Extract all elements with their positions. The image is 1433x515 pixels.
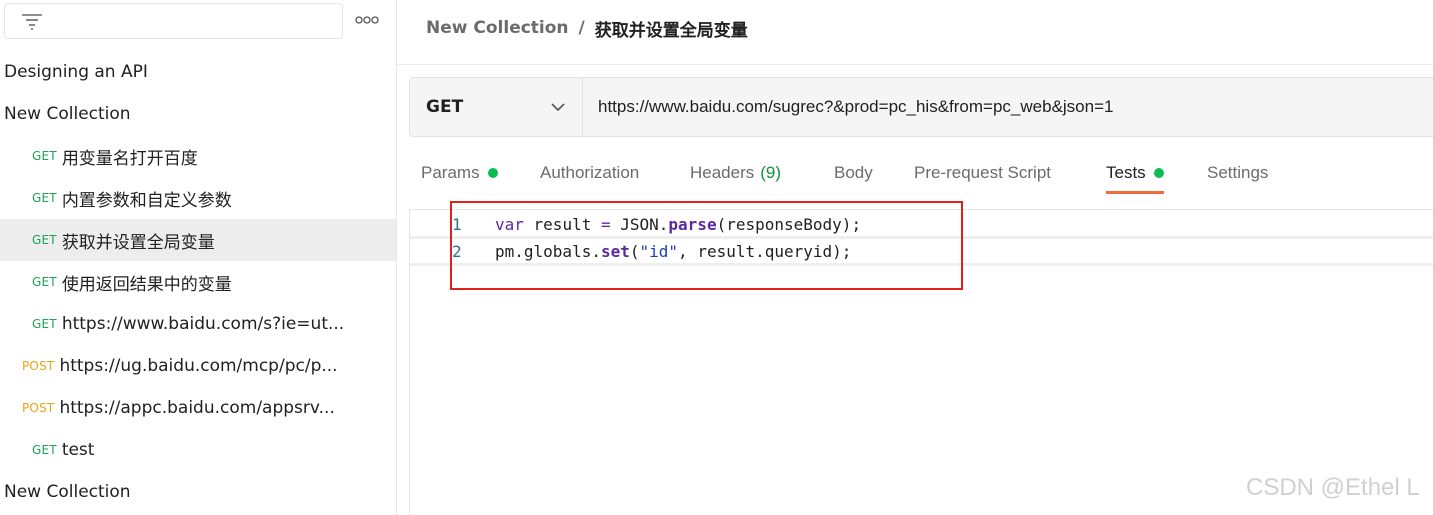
method-badge: GET (32, 233, 57, 247)
tab-label: Authorization (540, 163, 640, 182)
filter-input[interactable] (4, 3, 343, 39)
tab-label: Body (834, 163, 873, 182)
method-select-label: GET (426, 97, 464, 117)
tab-label: Params (421, 163, 480, 182)
method-badge: GET (32, 275, 57, 289)
request-name: test (61, 440, 95, 460)
code-editor[interactable]: 1 var result = JSON.parse(responseBody);… (409, 209, 1433, 515)
request-name: https://www.baidu.com/s?ie=ut... (61, 314, 345, 334)
breadcrumb: New Collection / 获取并设置全局变量 (426, 14, 748, 42)
request-item-selected[interactable]: GET 获取并设置全局变量 (0, 219, 396, 261)
tab-authorization[interactable]: Authorization (540, 150, 639, 196)
collection-item[interactable]: New Collection (0, 471, 396, 513)
sidebar-toolbar (0, 0, 397, 44)
tab-pre-request-script[interactable]: Pre-request Script (914, 150, 1051, 196)
code-line[interactable]: 1 var result = JSON.parse(responseBody); (410, 211, 1433, 238)
divider (397, 64, 1433, 65)
tab-headers[interactable]: Headers (9) (690, 150, 781, 196)
breadcrumb-request[interactable]: 获取并设置全局变量 (595, 16, 748, 41)
tab-label: Settings (1207, 163, 1269, 182)
status-dot-icon (1153, 168, 1164, 178)
request-tabs: Params Authorization Headers (9) Body Pre… (397, 150, 1433, 198)
request-name: https://appc.baidu.com/appsrv... (59, 398, 335, 418)
request-name: 获取并设置全局变量 (61, 232, 215, 253)
tab-body[interactable]: Body (834, 150, 873, 196)
method-badge: POST (22, 401, 55, 415)
tab-tests[interactable]: Tests (1106, 150, 1164, 196)
collection-item[interactable]: Designing an API (0, 51, 396, 93)
collection-item[interactable]: New Collection (0, 93, 396, 135)
collection-name: New Collection (4, 104, 131, 124)
breadcrumb-separator: / (578, 18, 585, 38)
code-line-current[interactable]: 2 pm.globals.set("id", result.queryid); (410, 236, 1433, 266)
line-number: 2 (452, 241, 462, 261)
method-badge: GET (32, 317, 57, 331)
watermark: CSDN @Ethel L (1246, 474, 1420, 501)
method-badge: GET (32, 149, 57, 163)
request-name: https://ug.baidu.com/mcp/pc/p... (59, 356, 338, 376)
sidebar: Designing an API New Collection GET 用变量名… (0, 0, 397, 515)
code-text: var result = JSON.parse(responseBody); (495, 215, 862, 234)
request-item[interactable]: GET 使用返回结果中的变量 (0, 261, 396, 303)
request-item[interactable]: POST https://ug.baidu.com/mcp/pc/p... (0, 345, 396, 387)
code-text: pm.globals.set("id", result.queryid); (495, 241, 852, 261)
collection-name: Designing an API (4, 62, 148, 82)
request-name: 用变量名打开百度 (61, 148, 198, 169)
tab-params[interactable]: Params (421, 150, 498, 196)
breadcrumb-collection[interactable]: New Collection (426, 18, 569, 38)
line-number: 1 (452, 215, 462, 234)
collection-name: New Collection (4, 482, 131, 502)
request-item[interactable]: GET test (0, 429, 396, 471)
more-options-icon[interactable] (355, 12, 379, 28)
tab-label: Tests (1106, 163, 1146, 182)
tab-label: Headers (690, 163, 755, 182)
chevron-down-icon (551, 103, 565, 112)
filter-icon (22, 14, 42, 30)
tab-settings[interactable]: Settings (1207, 150, 1268, 196)
method-select[interactable]: GET (410, 78, 583, 136)
request-item[interactable]: GET https://www.baidu.com/s?ie=ut... (0, 303, 396, 345)
request-item[interactable]: POST https://appc.baidu.com/appsrv... (0, 387, 396, 429)
request-editor: New Collection / 获取并设置全局变量 GET Params Au… (397, 0, 1433, 515)
status-dot-icon (487, 168, 498, 178)
url-bar: GET (409, 77, 1433, 137)
active-tab-indicator (1106, 191, 1164, 194)
url-input[interactable] (598, 78, 1418, 136)
request-item[interactable]: GET 内置参数和自定义参数 (0, 177, 396, 219)
request-name: 使用返回结果中的变量 (61, 274, 232, 295)
tab-count: (9) (760, 163, 782, 182)
method-badge: GET (32, 191, 57, 205)
request-name: 内置参数和自定义参数 (61, 190, 232, 211)
method-badge: GET (32, 443, 57, 457)
tab-label: Pre-request Script (914, 163, 1051, 182)
request-item[interactable]: GET 用变量名打开百度 (0, 135, 396, 177)
method-badge: POST (22, 359, 55, 373)
